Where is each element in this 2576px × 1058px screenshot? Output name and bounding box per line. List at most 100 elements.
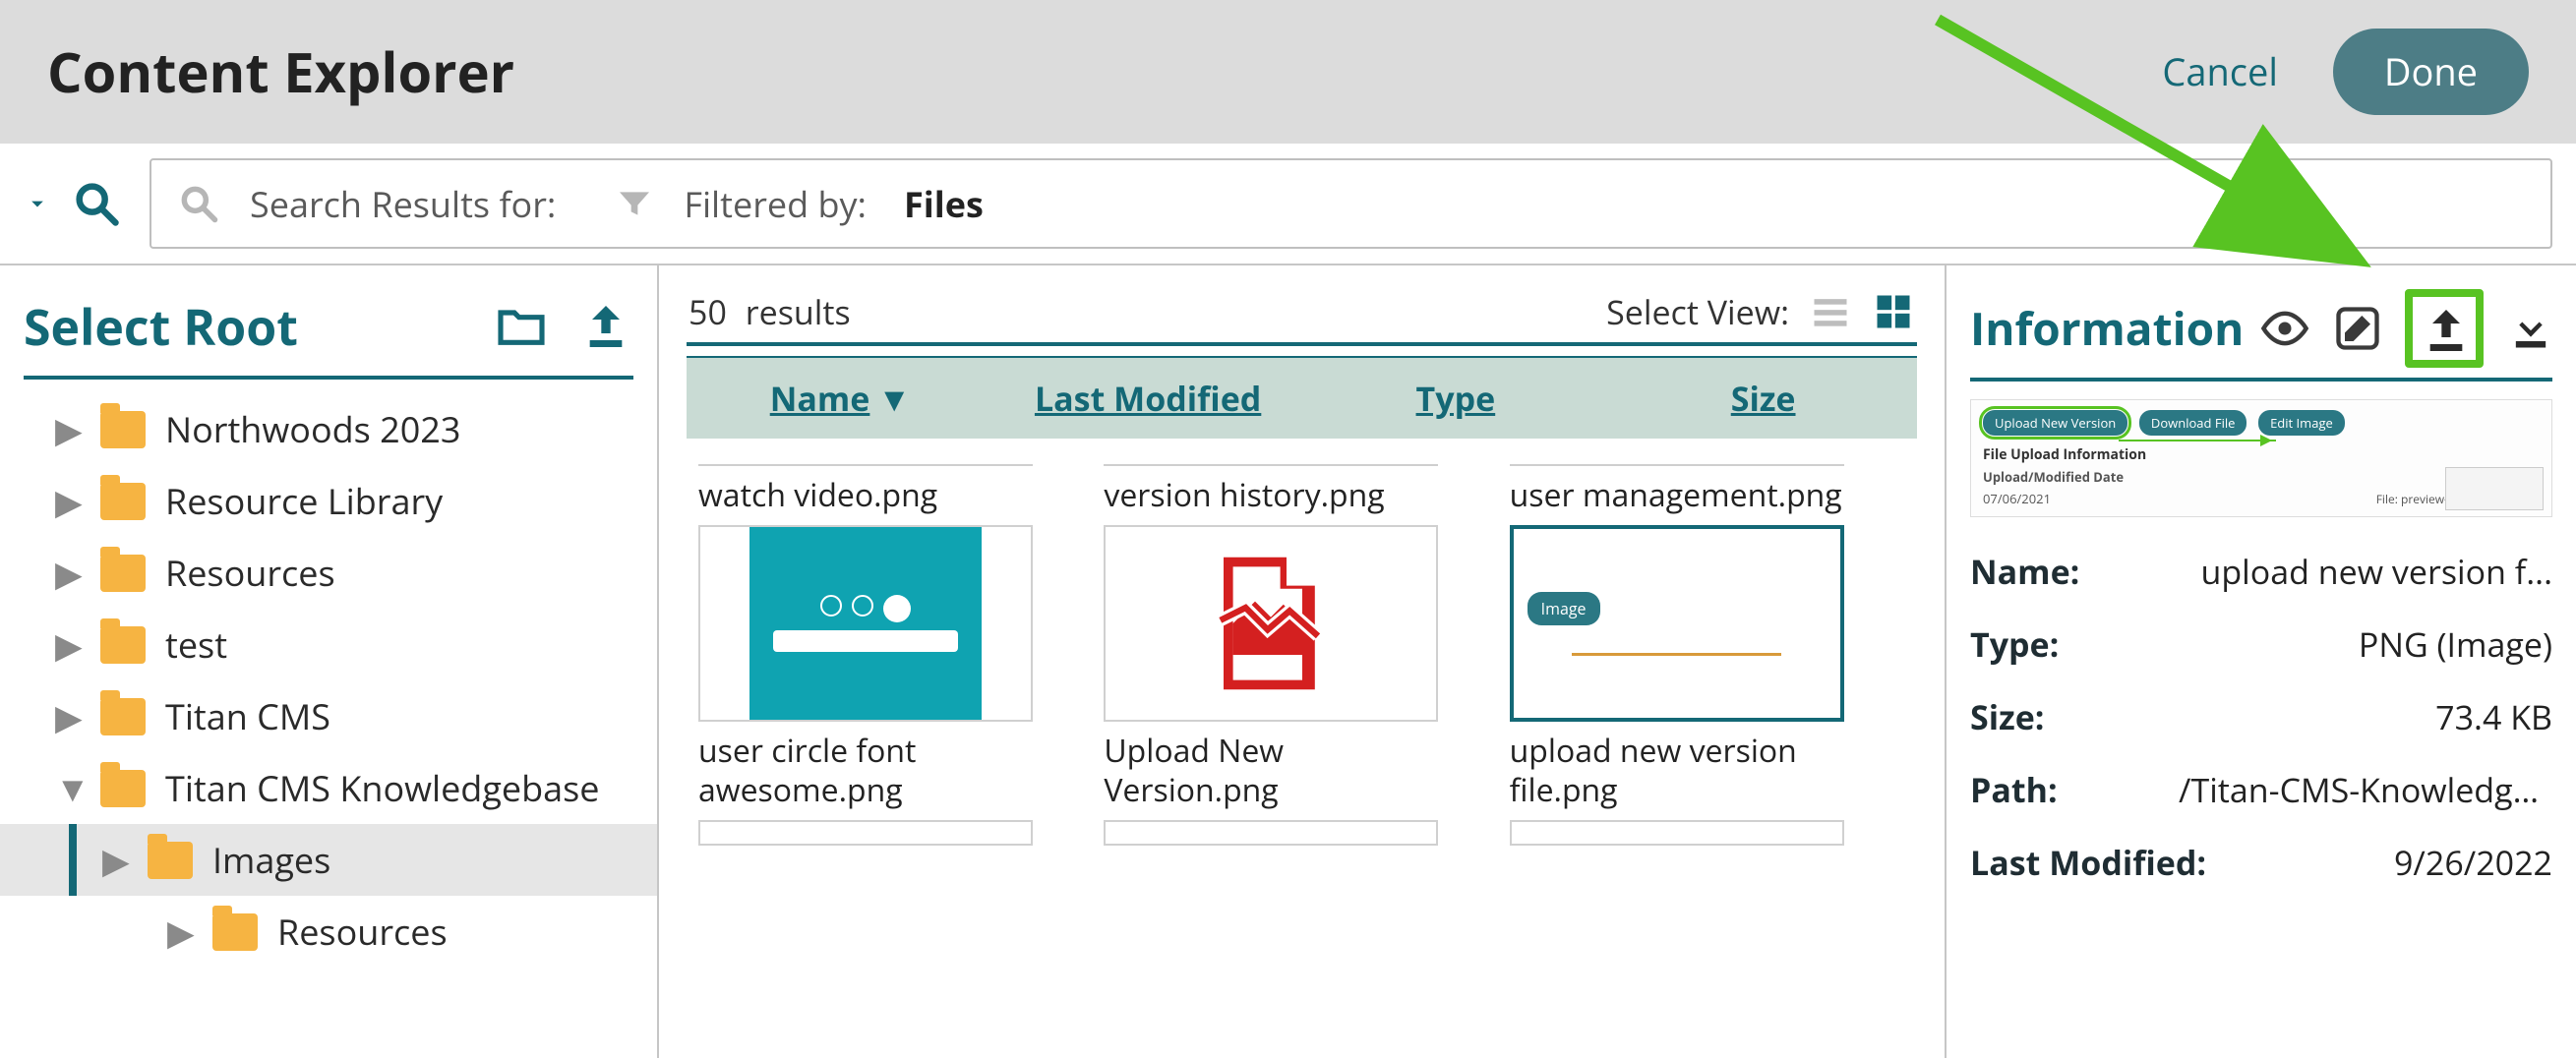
done-button[interactable]: Done xyxy=(2333,29,2529,115)
file-label: version history.png xyxy=(1104,476,1384,515)
file-card[interactable]: user circle font awesome.png xyxy=(698,525,1094,810)
folder-icon xyxy=(212,913,258,951)
results-count: 50 results xyxy=(689,289,851,334)
upload-new-version-icon[interactable] xyxy=(2419,303,2470,354)
view-select: Select View: xyxy=(1606,289,1915,334)
info-row-type: Type: PNG (Image) xyxy=(1970,608,2552,680)
info-action-icons xyxy=(2259,289,2556,368)
new-folder-icon[interactable] xyxy=(494,299,549,354)
preview-date-label: Upload/Modified Date xyxy=(1983,468,2124,486)
expand-icon[interactable]: ▶ xyxy=(55,477,81,525)
tree-item-label: Resource Library xyxy=(165,477,443,525)
tree-item-label: Resources xyxy=(277,908,448,956)
tree-item-titan-cms[interactable]: ▶ Titan CMS xyxy=(0,680,657,752)
sort-desc-icon: ▼ xyxy=(877,376,911,421)
file-card[interactable]: version history.png xyxy=(1104,448,1499,515)
main-body: Select Root ▶ Northwoods 2023 ▶ Resource… xyxy=(0,265,2576,1058)
file-card[interactable]: Upload New Version.png xyxy=(1104,525,1499,810)
preview-edit-pill: Edit Image xyxy=(2258,410,2345,436)
file-label: Upload New Version.png xyxy=(1104,732,1438,810)
filter-icon[interactable] xyxy=(615,184,654,223)
filter-value: Files xyxy=(904,180,984,228)
results-panel: 50 results Select View: Name▼ Last Modif… xyxy=(659,265,1947,1058)
tree-item-images[interactable]: ▶ Images xyxy=(0,824,657,896)
file-thumbnail xyxy=(1510,820,1844,846)
search-input-icon xyxy=(177,182,220,225)
info-value: 73.4 KB xyxy=(2435,694,2552,739)
expand-icon[interactable]: ▶ xyxy=(55,620,81,669)
preview-mini-thumb xyxy=(2445,467,2544,510)
edit-icon[interactable] xyxy=(2332,303,2383,354)
search-bar-row: Search Results for: Filtered by: Files xyxy=(0,144,2576,265)
results-grid: watch video.png version history.png user… xyxy=(659,439,1945,865)
column-type[interactable]: Type xyxy=(1302,376,1610,421)
cancel-button[interactable]: Cancel xyxy=(2162,46,2278,97)
results-divider xyxy=(687,342,1917,346)
tree-item-titan-cms-knowledgebase[interactable]: ▼ Titan CMS Knowledgebase xyxy=(0,752,657,824)
filter-dropdown-caret-icon[interactable] xyxy=(24,190,51,217)
file-card[interactable]: user management.png xyxy=(1510,448,1905,515)
information-title: Information xyxy=(1970,298,2244,359)
column-last-modified[interactable]: Last Modified xyxy=(994,376,1302,421)
results-head: 50 results Select View: xyxy=(659,265,1945,342)
grid-view-icon[interactable] xyxy=(1872,290,1915,333)
tree-item-label: Resources xyxy=(165,549,335,597)
annotation-arrow-mini xyxy=(2119,440,2276,441)
file-thumbnail xyxy=(698,525,1033,722)
collapse-icon[interactable]: ▼ xyxy=(55,764,81,812)
info-key: Name: xyxy=(1970,549,2079,594)
search-icon[interactable] xyxy=(71,178,122,229)
tree-item-resource-library[interactable]: ▶ Resource Library xyxy=(0,465,657,537)
folder-icon xyxy=(100,770,146,807)
column-name[interactable]: Name▼ xyxy=(687,376,994,421)
upload-icon[interactable] xyxy=(578,299,633,354)
file-label: upload new version file.png xyxy=(1510,732,1844,810)
search-input[interactable]: Search Results for: Filtered by: Files xyxy=(150,158,2552,249)
file-card[interactable] xyxy=(1104,820,1499,846)
expand-icon[interactable]: ▶ xyxy=(102,836,128,884)
folder-icon xyxy=(100,626,146,664)
tree-divider xyxy=(24,376,633,380)
expand-icon[interactable]: ▶ xyxy=(55,549,81,597)
tree-item-resources[interactable]: ▶ Resources xyxy=(0,537,657,609)
file-label: user circle font awesome.png xyxy=(698,732,1033,810)
file-card[interactable] xyxy=(698,820,1094,846)
file-thumbnail xyxy=(1104,448,1438,466)
mini-pill: Image xyxy=(1528,592,1600,625)
info-key: Size: xyxy=(1970,694,2044,739)
expand-icon[interactable]: ▶ xyxy=(55,405,81,453)
file-label: user management.png xyxy=(1510,476,1842,515)
file-thumbnail xyxy=(1510,448,1844,466)
dialog-title: Content Explorer xyxy=(47,34,514,109)
folder-icon xyxy=(100,483,146,520)
preview-download-pill: Download File xyxy=(2139,410,2247,436)
tree-item-label: test xyxy=(165,620,227,669)
tree-item-test[interactable]: ▶ test xyxy=(0,609,657,680)
file-card[interactable]: watch video.png xyxy=(698,448,1094,515)
info-row-name: Name: upload new version f... xyxy=(1970,535,2552,608)
info-value: upload new version f... xyxy=(2201,549,2552,594)
tree-item-label: Images xyxy=(212,836,330,884)
download-icon[interactable] xyxy=(2505,303,2556,354)
tree-item-resources-child[interactable]: ▶ Resources xyxy=(0,896,657,968)
upload-new-version-highlight xyxy=(2405,289,2484,368)
info-preview-thumbnail: Upload New Version Download File Edit Im… xyxy=(1970,399,2552,517)
column-size[interactable]: Size xyxy=(1609,376,1917,421)
expand-icon[interactable]: ▶ xyxy=(55,692,81,740)
file-card[interactable] xyxy=(1510,820,1905,846)
info-row-path: Path: /Titan-CMS-Knowledgebase/... xyxy=(1970,753,2552,826)
info-value: 9/26/2022 xyxy=(2394,840,2552,885)
file-thumbnail-selected: Image xyxy=(1510,525,1844,722)
preview-icon[interactable] xyxy=(2259,303,2310,354)
tree-item-northwoods-2023[interactable]: ▶ Northwoods 2023 xyxy=(0,393,657,465)
file-card[interactable]: Image upload new version file.png xyxy=(1510,525,1905,810)
folder-icon xyxy=(100,555,146,592)
list-view-icon[interactable] xyxy=(1809,290,1852,333)
filtered-by-label: Filtered by: xyxy=(684,180,867,228)
results-column-headers: Name▼ Last Modified Type Size xyxy=(687,356,1917,439)
file-thumbnail xyxy=(698,820,1033,846)
expand-icon[interactable]: ▶ xyxy=(167,908,193,956)
tree-panel-icons xyxy=(494,299,633,354)
info-value: /Titan-CMS-Knowledgebase/... xyxy=(2179,767,2552,812)
preview-date-value: 07/06/2021 xyxy=(1983,490,2124,507)
